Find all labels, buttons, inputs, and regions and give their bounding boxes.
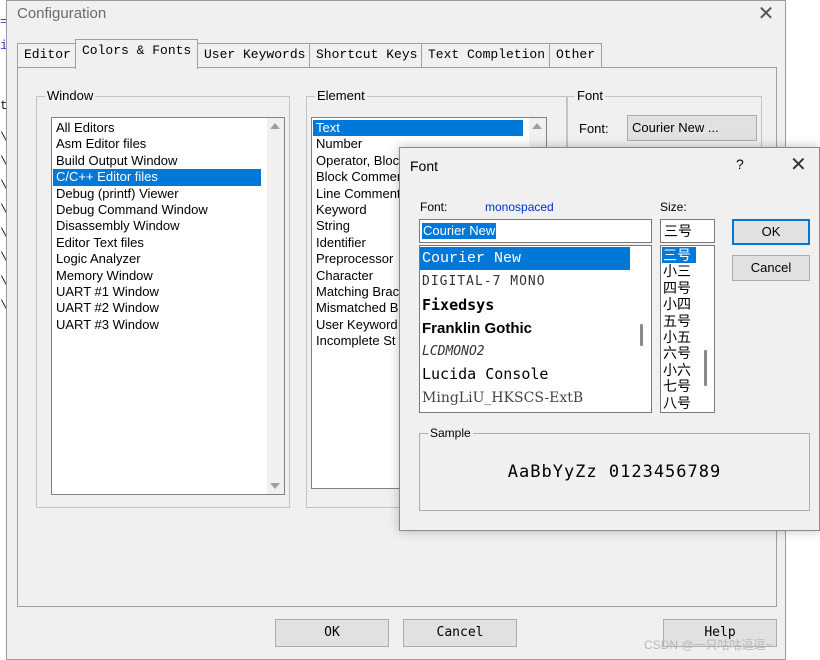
window-list-item[interactable]: Debug Command Window <box>53 202 261 218</box>
window-list-item[interactable]: All Editors <box>53 120 261 136</box>
window-group-label: Window <box>45 88 96 104</box>
window-group: Window All Editors Asm Editor files Buil… <box>36 88 290 508</box>
window-list-item[interactable]: UART #1 Window <box>53 284 261 300</box>
font-ok-button[interactable]: OK <box>732 219 810 245</box>
tab-user-keywords[interactable]: User Keywords <box>197 43 313 67</box>
size-list-item[interactable]: 五号 <box>662 313 696 329</box>
window-list-item[interactable]: UART #3 Window <box>53 317 261 333</box>
sample-group: Sample AaBbYyZz 0123456789 <box>419 425 810 511</box>
font-list-item[interactable]: LCDMONO2 <box>420 340 630 363</box>
font-label: Font: <box>579 121 609 136</box>
size-input[interactable]: 三号 <box>660 219 715 243</box>
window-list-item[interactable]: UART #2 Window <box>53 300 261 316</box>
font-list-item[interactable]: Lucida Console <box>420 363 630 386</box>
ok-button[interactable]: OK <box>275 619 389 647</box>
dialog-title: Configuration <box>17 5 107 22</box>
element-group-label: Element <box>315 88 367 104</box>
window-list-item-selected[interactable]: C/C++ Editor files <box>53 169 261 186</box>
scroll-up-arrow-icon[interactable] <box>270 123 280 129</box>
element-list-item-selected[interactable]: Text <box>313 120 523 137</box>
close-icon[interactable]: ✕ <box>790 152 807 177</box>
watermark: CSDN @一只咕咕逗逗~ <box>644 638 773 652</box>
tab-colors-fonts[interactable]: Colors & Fonts <box>75 39 199 69</box>
window-list-item[interactable]: Build Output Window <box>53 153 261 169</box>
scroll-down-arrow-icon[interactable] <box>270 483 280 489</box>
font-list-item[interactable]: Franklin Gothic <box>420 317 630 340</box>
scroll-up-arrow-icon[interactable] <box>532 123 542 129</box>
tab-text-completion[interactable]: Text Completion <box>421 43 553 67</box>
font-select-button[interactable]: Courier New ... <box>627 115 757 141</box>
window-list-item[interactable]: Memory Window <box>53 268 261 284</box>
size-listbox[interactable]: 三号 小三 四号 小四 五号 小五 六号 小六 七号 八号 <box>660 245 715 413</box>
font-list-scroll-thumb[interactable] <box>640 324 643 346</box>
size-list-item[interactable]: 七号 <box>662 378 696 394</box>
sample-text: AaBbYyZz 0123456789 <box>507 462 722 482</box>
size-list-item[interactable]: 小三 <box>662 263 696 279</box>
size-list-item[interactable]: 小五 <box>662 329 696 345</box>
font-group-label: Font <box>575 88 606 104</box>
window-listbox[interactable]: All Editors Asm Editor files Build Outpu… <box>51 117 285 495</box>
help-icon[interactable]: ? <box>736 156 744 172</box>
tab-shortcut-keys[interactable]: Shortcut Keys <box>309 43 425 67</box>
font-hint: monospaced <box>485 200 554 214</box>
window-list-item[interactable]: Editor Text files <box>53 235 261 251</box>
font-list-item[interactable]: DIGITAL-7 MONO <box>420 270 630 293</box>
size-list-item[interactable]: 八号 <box>662 395 696 411</box>
font-name-input[interactable]: Courier New <box>419 219 652 243</box>
size-list-item[interactable]: 四号 <box>662 280 696 296</box>
font-cancel-button[interactable]: Cancel <box>732 255 810 281</box>
size-list-item[interactable]: 小四 <box>662 296 696 312</box>
size-list-item[interactable]: 小六 <box>662 362 696 378</box>
tab-editor[interactable]: Editor <box>17 43 78 67</box>
size-list-scroll-thumb[interactable] <box>704 350 707 386</box>
cancel-button[interactable]: Cancel <box>403 619 517 647</box>
window-list-item[interactable]: Debug (printf) Viewer <box>53 186 261 202</box>
font-dialog: Font ? ✕ Font: monospaced Courier New Co… <box>399 147 820 531</box>
font-list-item-selected[interactable]: Courier New <box>420 247 630 271</box>
size-list-item-selected[interactable]: 三号 <box>662 247 696 264</box>
size-field-label: Size: <box>660 200 687 214</box>
size-list-item[interactable]: 六号 <box>662 345 696 361</box>
window-list-item[interactable]: Logic Analyzer <box>53 251 261 267</box>
font-list-item[interactable]: MingLiU_HKSCS-ExtB <box>420 387 630 410</box>
font-dialog-title: Font <box>410 158 439 174</box>
window-list-scrollbar[interactable] <box>267 118 284 494</box>
font-listbox[interactable]: Courier New DIGITAL-7 MONO Fixedsys Fran… <box>419 245 652 413</box>
window-list-item[interactable]: Disassembly Window <box>53 218 261 234</box>
font-list-item[interactable]: Fixedsys <box>420 294 630 317</box>
font-field-label: Font: <box>420 200 448 214</box>
sample-group-label: Sample <box>428 425 473 441</box>
tab-other[interactable]: Other <box>549 43 603 67</box>
size-value: 三号 <box>664 223 692 239</box>
close-icon[interactable]: ✕ <box>755 3 777 25</box>
font-name-value: Courier New <box>422 223 497 239</box>
window-list-item[interactable]: Asm Editor files <box>53 136 261 152</box>
